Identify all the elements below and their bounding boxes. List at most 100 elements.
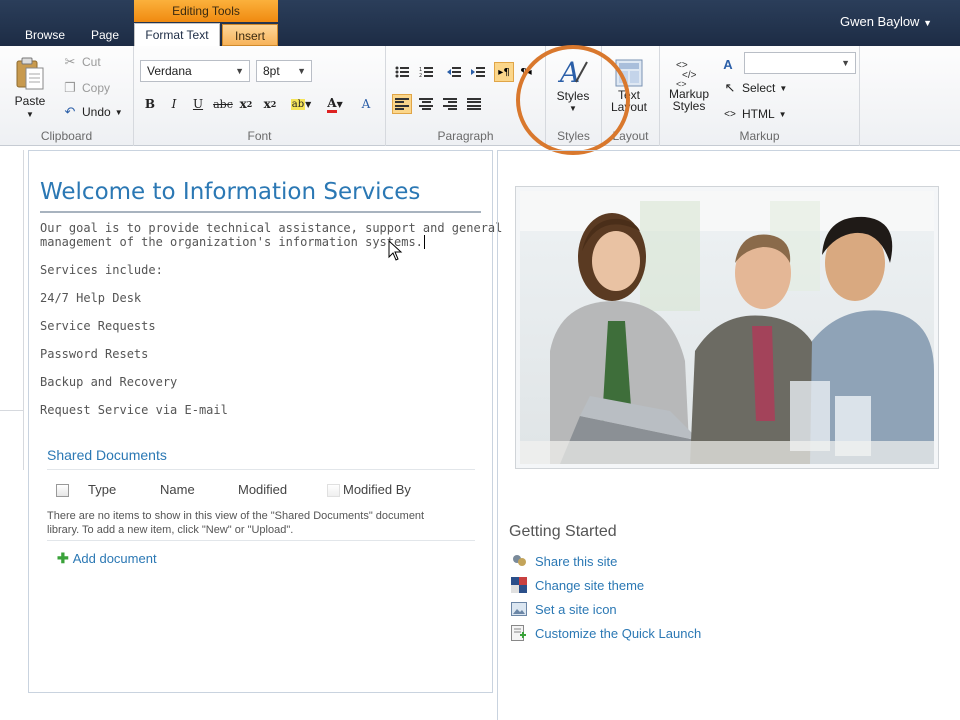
align-center-icon bbox=[419, 98, 433, 110]
font-color-icon: A bbox=[327, 96, 337, 113]
quick-launch-icon bbox=[511, 625, 526, 641]
font-group-label: Font bbox=[247, 129, 272, 143]
clipboard-group-label: Clipboard bbox=[40, 129, 93, 143]
service-item[interactable]: Service Requests bbox=[40, 319, 156, 333]
site-icon-link[interactable]: Set a site icon bbox=[511, 601, 617, 617]
bullets-button[interactable] bbox=[392, 62, 412, 82]
service-item[interactable]: Password Resets bbox=[40, 347, 148, 361]
select-all-checkbox[interactable] bbox=[56, 484, 69, 497]
align-center-button[interactable] bbox=[416, 94, 436, 114]
add-document-link[interactable]: ✚ Add document bbox=[57, 550, 157, 567]
decrease-indent-button[interactable] bbox=[444, 62, 464, 82]
intro-line-2[interactable]: management of the organization's informa… bbox=[40, 235, 425, 249]
tab-browse[interactable]: Browse bbox=[18, 24, 72, 46]
font-size-select[interactable]: 8pt ▼ bbox=[256, 60, 312, 82]
site-image bbox=[515, 186, 939, 469]
service-item[interactable]: Request Service via E-mail bbox=[40, 403, 228, 417]
left-web-part-zone: Welcome to Information Services Our goal… bbox=[28, 150, 502, 693]
font-family-select[interactable]: Verdana ▼ bbox=[140, 60, 250, 82]
change-theme-link[interactable]: Change site theme bbox=[511, 577, 644, 593]
paste-button[interactable]: Paste ▼ bbox=[14, 56, 46, 119]
select-button[interactable]: ↖ Select ▼ bbox=[722, 80, 788, 96]
copy-button[interactable]: ❐ Copy bbox=[62, 80, 110, 96]
font-color-button[interactable]: A ▼ bbox=[320, 94, 350, 114]
column-header-modified[interactable]: Modified bbox=[238, 482, 287, 497]
paragraph-rtl-icon: ¶◂ bbox=[520, 66, 532, 78]
chevron-down-icon: ▼ bbox=[778, 109, 787, 119]
paragraph-group-label: Paragraph bbox=[437, 129, 494, 143]
styles-button[interactable]: A Styles ▼ bbox=[556, 56, 590, 113]
markup-styles-icon: <></><> bbox=[676, 60, 697, 88]
styles-group-label: Styles bbox=[557, 129, 590, 143]
customize-quick-launch-label: Customize the Quick Launch bbox=[535, 625, 702, 641]
image-icon bbox=[511, 602, 527, 616]
html-label: HTML bbox=[742, 107, 775, 121]
service-item[interactable]: Backup and Recovery bbox=[40, 375, 177, 389]
align-left-button[interactable] bbox=[392, 94, 412, 114]
highlight-color-button[interactable]: ab ▼ bbox=[286, 94, 316, 114]
font-family-value: Verdana bbox=[147, 64, 192, 78]
font-group: Verdana ▼ 8pt ▼ B I U abc x2 x2 ab ▼ A ▼ A F… bbox=[134, 46, 386, 146]
cut-button[interactable]: ✂ Cut bbox=[62, 54, 101, 70]
ltr-button[interactable]: ▸¶ bbox=[494, 62, 514, 82]
tab-insert[interactable]: Insert bbox=[222, 24, 278, 46]
chevron-down-icon: ▼ bbox=[779, 83, 788, 93]
language-icon: A bbox=[723, 56, 733, 72]
quick-launch-stub bbox=[0, 150, 24, 470]
paragraph-group: 12 ▸¶ ¶◂ Paragraph bbox=[386, 46, 546, 146]
markup-group: <> </> <> Markup Styles A ▼ ↖ Select ▼ <> HTM… bbox=[660, 46, 860, 146]
highlight-icon: ab bbox=[290, 98, 306, 110]
subscript-button[interactable]: x2 bbox=[236, 94, 256, 114]
chevron-down-icon: ▼ bbox=[235, 66, 244, 76]
markup-styles-button[interactable]: <> </> <> Markup Styles bbox=[666, 56, 712, 112]
customize-quick-launch-link[interactable]: Customize the Quick Launch bbox=[511, 625, 701, 641]
select-label: Select bbox=[742, 81, 776, 95]
layout-group-label: Layout bbox=[612, 129, 649, 143]
chevron-down-icon: ▼ bbox=[841, 58, 850, 68]
team-photo bbox=[520, 191, 934, 464]
markup-group-label: Markup bbox=[739, 129, 780, 143]
intro-line-1[interactable]: Our goal is to provide technical assista… bbox=[40, 221, 502, 235]
rtl-button[interactable]: ¶◂ bbox=[516, 62, 536, 82]
paragraph-ltr-icon: ▸¶ bbox=[498, 66, 510, 78]
markup-styles-label: Markup Styles bbox=[668, 87, 709, 113]
page-title[interactable]: Welcome to Information Services bbox=[40, 179, 420, 205]
chevron-down-icon: ▼ bbox=[26, 110, 34, 119]
align-left-icon bbox=[395, 98, 409, 110]
user-menu[interactable]: Gwen Baylow ▼ bbox=[840, 14, 932, 29]
tab-format-text[interactable]: Format Text bbox=[134, 23, 220, 47]
svg-text:2: 2 bbox=[419, 73, 422, 78]
services-heading[interactable]: Services include: bbox=[40, 263, 163, 277]
text-layout-button[interactable]: Text Layout bbox=[608, 58, 650, 113]
svg-text:A: A bbox=[557, 56, 580, 88]
numbering-button[interactable]: 12 bbox=[416, 62, 436, 82]
html-button[interactable]: <> HTML ▼ bbox=[722, 106, 787, 122]
user-name: Gwen Baylow bbox=[839, 14, 920, 29]
bullet-list-icon bbox=[395, 66, 409, 78]
undo-button[interactable]: ↶ Undo ▼ bbox=[62, 104, 123, 120]
attachment-column-icon bbox=[327, 484, 340, 497]
column-header-name[interactable]: Name bbox=[160, 482, 195, 497]
underline-button[interactable]: U bbox=[188, 94, 208, 114]
share-site-link[interactable]: Share this site bbox=[511, 553, 617, 569]
language-button[interactable]: A bbox=[720, 56, 736, 72]
shared-documents-title[interactable]: Shared Documents bbox=[47, 447, 167, 463]
bold-button[interactable]: B bbox=[140, 94, 160, 114]
increase-indent-button[interactable] bbox=[468, 62, 488, 82]
paste-label: Paste bbox=[14, 94, 46, 108]
indent-icon bbox=[471, 67, 485, 77]
column-header-type[interactable]: Type bbox=[88, 482, 116, 497]
strikethrough-button[interactable]: abc bbox=[212, 94, 234, 114]
markup-style-select[interactable]: ▼ bbox=[744, 52, 856, 74]
site-icon-label: Set a site icon bbox=[535, 601, 617, 617]
chevron-down-icon: ▼ bbox=[336, 99, 343, 109]
superscript-button[interactable]: x2 bbox=[260, 94, 280, 114]
add-document-label: Add document bbox=[72, 551, 157, 566]
clear-format-button[interactable]: A bbox=[356, 94, 376, 114]
tab-page[interactable]: Page bbox=[84, 24, 126, 46]
service-item[interactable]: 24/7 Help Desk bbox=[40, 291, 141, 305]
italic-button[interactable]: I bbox=[164, 94, 184, 114]
align-right-button[interactable] bbox=[440, 94, 460, 114]
justify-button[interactable] bbox=[464, 94, 484, 114]
column-header-modified-by[interactable]: Modified By bbox=[343, 482, 411, 497]
